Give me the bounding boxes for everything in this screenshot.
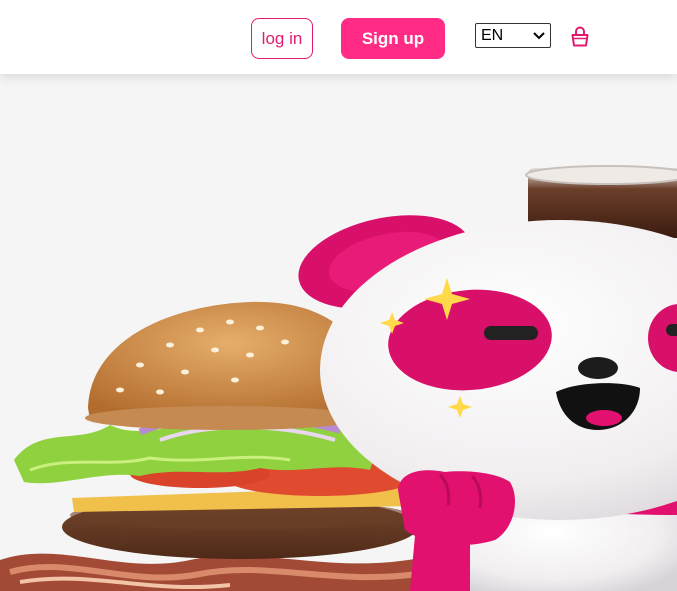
signup-button[interactable]: Sign up: [341, 18, 445, 59]
chevron-down-icon: [533, 31, 545, 40]
hero-banner: [0, 74, 677, 591]
shopping-bag-icon[interactable]: [569, 26, 591, 48]
top-navigation-bar: log in Sign up EN: [0, 0, 677, 74]
language-select[interactable]: EN: [475, 23, 551, 48]
login-button[interactable]: log in: [251, 18, 313, 59]
language-selected-value: EN: [481, 26, 504, 44]
hero-burger-panda-image: [0, 165, 677, 591]
